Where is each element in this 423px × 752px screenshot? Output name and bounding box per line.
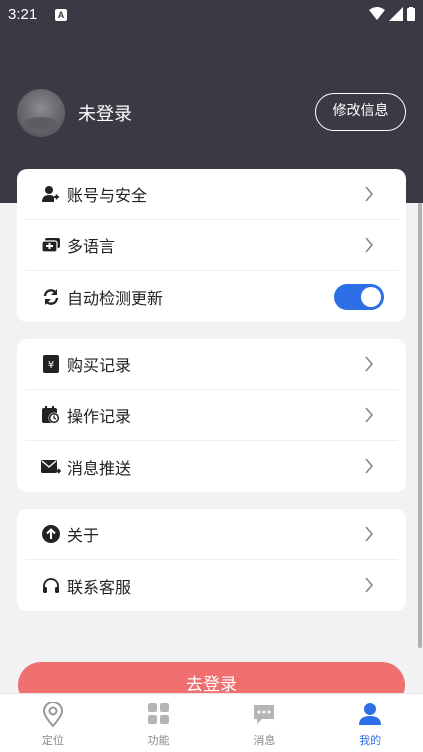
status-time: 3:21 [8, 6, 38, 23]
svg-text:¥: ¥ [48, 360, 54, 371]
row-label: 联系客服 [67, 577, 132, 597]
tab-label: 功能 [147, 734, 170, 747]
tab-label: 消息 [253, 734, 276, 747]
row-label: 消息推送 [67, 458, 132, 478]
row-label: 关于 [67, 526, 100, 545]
avatar[interactable] [17, 89, 65, 137]
row-customer-service[interactable]: 联系客服 [25, 560, 398, 611]
row-label: 自动检测更新 [67, 288, 164, 308]
tab-mine[interactable]: 我的 [317, 694, 423, 752]
tab-label: 定位 [41, 734, 64, 747]
refresh-icon [41, 287, 61, 307]
language-icon [41, 235, 61, 255]
edit-profile-button[interactable]: 修改信息 [315, 93, 406, 131]
scrollbar[interactable] [418, 203, 422, 648]
chevron-right-icon [365, 577, 374, 593]
yen-receipt-icon: ¥ [41, 354, 61, 374]
status-icons [369, 7, 415, 21]
profile-section: 未登录 修改信息 [17, 89, 407, 137]
status-bar: 3:21 A [0, 0, 423, 30]
row-purchase-records[interactable]: ¥ 购买记录 [25, 339, 398, 390]
row-label: 购买记录 [67, 356, 132, 375]
auto-update-toggle[interactable] [334, 284, 384, 310]
chevron-right-icon [365, 407, 374, 423]
row-account-security[interactable]: 账号与安全 [25, 169, 398, 220]
settings-card-account: 账号与安全 多语言 自动检测更新 [17, 169, 406, 322]
chevron-right-icon [365, 526, 374, 542]
chevron-right-icon [365, 458, 374, 474]
row-operation-records[interactable]: 操作记录 [25, 390, 398, 441]
row-auto-update: 自动检测更新 [25, 271, 398, 322]
chevron-right-icon [365, 186, 374, 202]
settings-card-about: 关于 联系客服 [17, 509, 406, 611]
row-label: 操作记录 [67, 407, 132, 426]
tab-label: 我的 [359, 734, 382, 747]
toggle-knob [361, 287, 381, 307]
headset-icon [41, 576, 61, 596]
arrow-up-circle-icon [41, 524, 61, 544]
bottom-tab-bar: 定位 功能 消息 我的 [0, 693, 423, 752]
row-label: 账号与安全 [67, 186, 148, 205]
row-label: 多语言 [67, 237, 116, 256]
chevron-right-icon [365, 237, 374, 253]
calendar-clock-icon [41, 405, 61, 425]
user-shield-icon [41, 184, 61, 204]
mail-forward-icon [41, 457, 61, 477]
tab-functions[interactable]: 功能 [106, 694, 212, 752]
row-language[interactable]: 多语言 [25, 220, 398, 271]
tab-messages[interactable]: 消息 [212, 694, 318, 752]
person-icon [359, 703, 382, 725]
row-message-push[interactable]: 消息推送 [25, 441, 398, 492]
username: 未登录 [78, 104, 132, 125]
wifi-icon [369, 7, 385, 20]
location-pin-icon [42, 702, 63, 728]
settings-card-records: ¥ 购买记录 操作记录 消息推送 [17, 339, 406, 492]
signal-icon [389, 7, 403, 21]
tab-location[interactable]: 定位 [0, 694, 106, 752]
notification-a-icon: A [55, 9, 67, 21]
grid-icon [147, 703, 169, 724]
chevron-right-icon [365, 356, 374, 372]
battery-icon [407, 7, 415, 21]
message-icon [254, 705, 275, 724]
row-about[interactable]: 关于 [25, 509, 398, 560]
